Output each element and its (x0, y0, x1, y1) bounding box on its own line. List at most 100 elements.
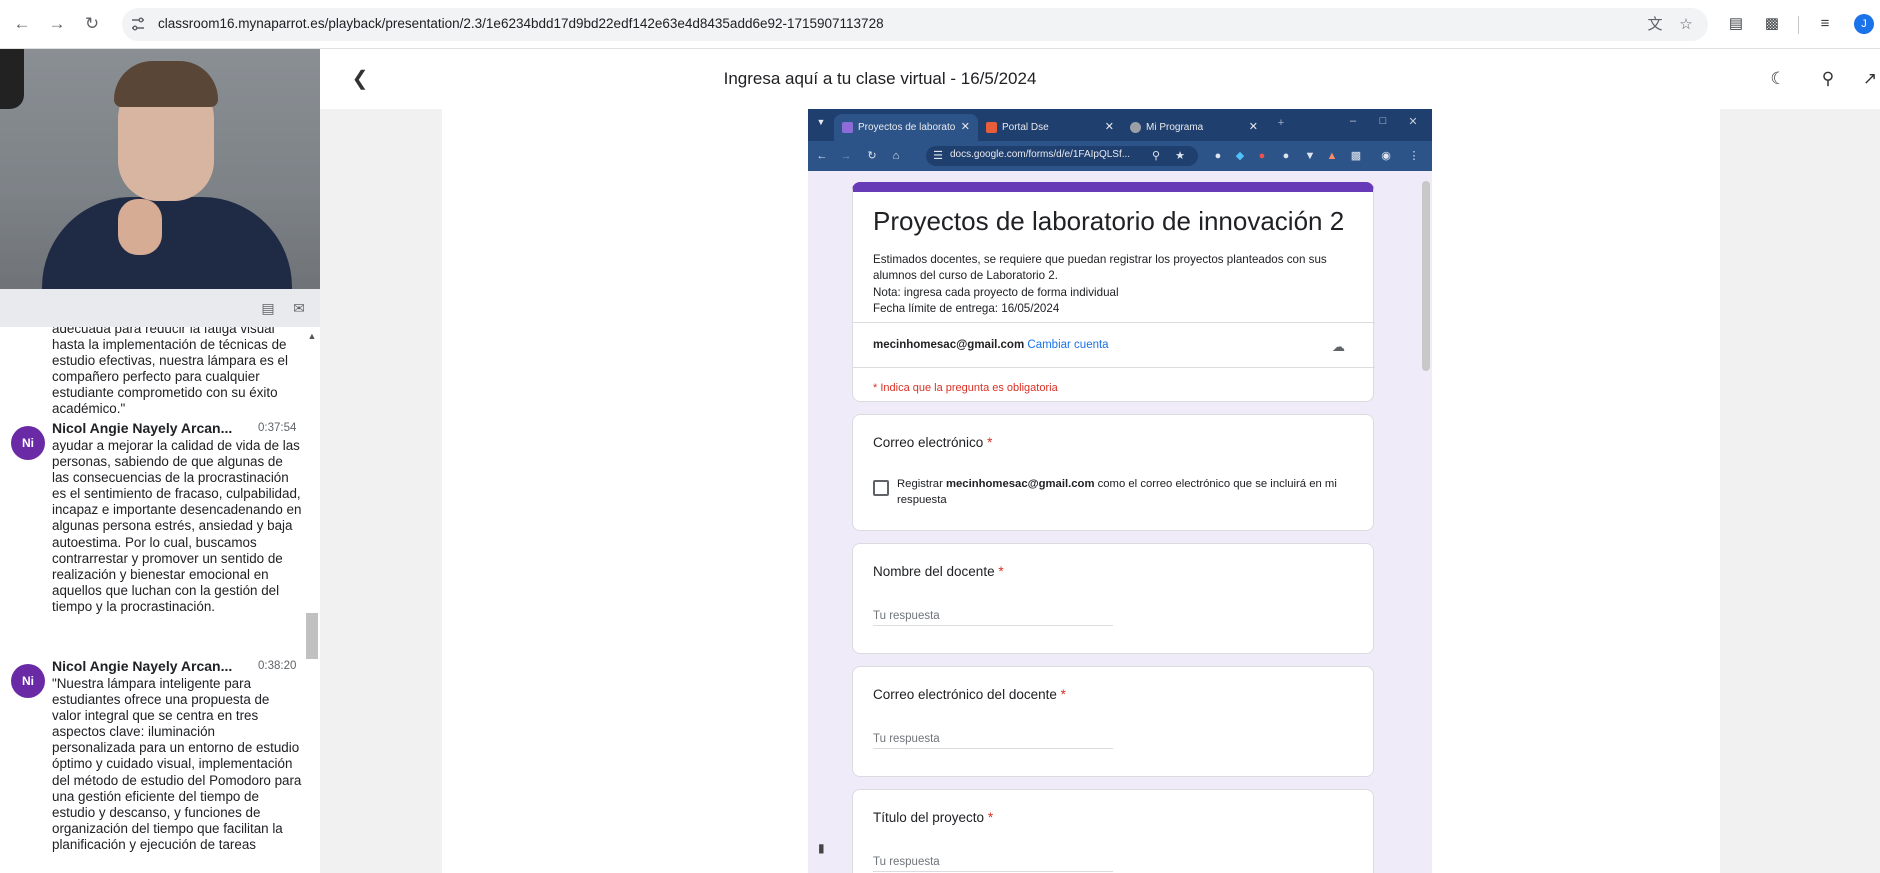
extension-icon[interactable]: ● (1210, 148, 1226, 164)
question-text: Correo electrónico del docente (873, 687, 1057, 702)
tab-search-icon[interactable]: ▼ (814, 117, 828, 131)
inner-address-bar[interactable]: ☰ docs.google.com/forms/d/e/1FAIpQLSf...… (926, 146, 1198, 166)
chat-timestamp: 0:38:20 (258, 660, 297, 672)
dark-mode-moon-icon[interactable]: ☾ (1766, 67, 1790, 91)
extension-icon[interactable]: ◆ (1232, 148, 1248, 164)
tab-label: Mi Programa (1146, 122, 1204, 133)
microphone-icon[interactable]: ● (1278, 148, 1294, 164)
answer-input[interactable]: Tu respuesta (873, 856, 1113, 872)
required-star: * (987, 810, 994, 825)
description-line: Estimados docentes, se requiere que pued… (873, 253, 1327, 283)
question-label: Nombre del docente * (873, 564, 1004, 579)
url-text[interactable]: classroom16.mynaparrot.es/playback/prese… (158, 16, 884, 31)
record-email-checkbox[interactable] (873, 480, 889, 496)
zoom-icon[interactable]: ⚲ (1148, 148, 1164, 164)
checkbox-label[interactable]: Registrar mecinhomesac@gmail.com como el… (897, 476, 1357, 508)
left-panel: ▤ ✉ adecuada para reducir la fatiga visu… (0, 49, 320, 873)
fullscreen-icon[interactable]: ↗ (1861, 67, 1879, 91)
required-star: * (998, 564, 1004, 579)
chat-scrollbar[interactable] (306, 327, 318, 873)
forward-arrow-icon[interactable]: → (838, 148, 854, 164)
form-header-card: Proyectos de laboratorio de innovación 2… (852, 182, 1375, 402)
inner-tab-forms[interactable]: Proyectos de laborato ✕ (834, 114, 978, 141)
menu-dots-icon[interactable]: ⋮ (1406, 148, 1422, 164)
chat-message-fragment: adecuada para reducir la fatiga visual h… (52, 327, 288, 417)
question-label: Título del proyecto * (873, 810, 993, 825)
microphone-shape (0, 49, 24, 109)
account-email: mecinhomesac@gmail.com (873, 339, 1025, 351)
close-tab-icon[interactable]: ✕ (1105, 114, 1114, 141)
profile-icon[interactable]: ◉ (1378, 148, 1394, 164)
close-tab-icon[interactable]: ✕ (961, 114, 970, 141)
question-text: Título del proyecto (873, 810, 985, 825)
scroll-up-arrow-icon[interactable]: ▲ (306, 331, 318, 343)
viewer-header: ❮ Ingresa aquí a tu clase virtual - 16/5… (320, 49, 1880, 109)
home-icon[interactable]: ⌂ (888, 148, 904, 164)
extensions-puzzle-icon[interactable]: ▩ (1762, 14, 1782, 34)
extension-icon[interactable]: ● (1254, 148, 1270, 164)
inner-tab-portal[interactable]: Portal Dse ✕ (978, 114, 1122, 141)
description-line: Nota: ingresa cada proyecto de forma ind… (873, 285, 1119, 299)
chat-icon[interactable]: ✉ (290, 299, 308, 317)
reload-icon[interactable]: ↻ (864, 148, 880, 164)
maximize-icon[interactable]: □ (1376, 115, 1390, 131)
back-arrow-icon[interactable]: ← (814, 148, 830, 164)
panel-toolbar: ▤ ✉ (0, 289, 320, 327)
answer-input[interactable]: Tu respuesta (873, 610, 1113, 626)
new-tab-icon[interactable]: + (1274, 117, 1288, 133)
question-card-correo-docente: Correo electrónico del docente * Tu resp… (852, 666, 1374, 777)
chat-scrollbar-thumb[interactable] (306, 613, 318, 659)
translate-icon[interactable]: 文 (1646, 16, 1664, 34)
required-star: * (1060, 687, 1066, 702)
divider (853, 367, 1375, 368)
answer-input[interactable]: Tu respuesta (873, 733, 1113, 749)
close-tab-icon[interactable]: ✕ (1249, 114, 1258, 141)
notes-icon[interactable]: ▤ (259, 299, 277, 317)
media-playlist-icon[interactable]: ≡ (1815, 14, 1835, 34)
forward-arrow-icon[interactable]: → (45, 12, 69, 36)
presentation-title: Ingresa aquí a tu clase virtual - 16/5/2… (723, 69, 1037, 88)
back-arrow-icon[interactable]: ← (10, 12, 34, 36)
address-bar[interactable]: classroom16.mynaparrot.es/playback/prese… (122, 8, 1708, 41)
feedback-icon[interactable]: ▮ (818, 841, 834, 857)
chat-message-text: "Nuestra lámpara inteligente para estudi… (52, 676, 302, 852)
extension-icon[interactable]: ▼ (1302, 148, 1318, 164)
chat-avatar: Ni (11, 426, 45, 460)
chat-avatar: Ni (11, 664, 45, 698)
search-icon[interactable]: ⚲ (1816, 67, 1840, 91)
globe-favicon-icon (1130, 122, 1141, 133)
shared-screen: ▼ Proyectos de laborato ✕ Portal Dse ✕ M… (808, 109, 1432, 873)
chat-message-text: ayudar a mejorar la calidad de vida de l… (52, 438, 302, 614)
bookmark-star-icon[interactable]: ★ (1172, 148, 1188, 164)
reload-icon[interactable]: ↻ (80, 12, 104, 36)
question-text: Nombre del docente (873, 564, 995, 579)
extensions-puzzle-icon[interactable]: ▩ (1348, 148, 1364, 164)
required-star: * (987, 435, 993, 450)
form-scrollbar[interactable] (1420, 171, 1432, 873)
site-info-icon[interactable] (130, 16, 146, 32)
close-window-icon[interactable]: ✕ (1406, 115, 1420, 131)
form-description: Estimados docentes, se requiere que pued… (873, 252, 1363, 318)
inner-tab-programa[interactable]: Mi Programa ✕ (1122, 114, 1266, 141)
question-card-email: Correo electrónico * Registrar mecinhome… (852, 414, 1374, 531)
extension-icon[interactable]: ▲ (1324, 148, 1340, 164)
minimize-icon[interactable]: – (1346, 115, 1360, 131)
profile-avatar[interactable]: J (1854, 14, 1874, 34)
chat-log: adecuada para reducir la fatiga visual h… (0, 327, 320, 873)
tab-label: Portal Dse (1002, 122, 1049, 133)
inner-tab-strip: ▼ Proyectos de laborato ✕ Portal Dse ✕ M… (808, 109, 1432, 141)
chevron-left-icon[interactable]: ❮ (348, 67, 372, 91)
question-label: Correo electrónico * (873, 435, 992, 450)
bookmark-star-icon[interactable]: ☆ (1677, 16, 1695, 34)
form-scrollbar-thumb[interactable] (1422, 181, 1430, 371)
chat-author: Nicol Angie Nayely Arcan... (52, 420, 233, 436)
checkbox-prefix: Registrar (897, 478, 946, 490)
switch-account-link[interactable]: Cambiar cuenta (1027, 339, 1108, 351)
inner-url-text[interactable]: docs.google.com/forms/d/e/1FAIpQLSf... (950, 149, 1130, 160)
question-text: Correo electrónico (873, 435, 984, 450)
chat-timestamp: 0:37:54 (258, 422, 297, 434)
site-info-icon[interactable]: ☰ (930, 148, 946, 164)
webcam-video (0, 49, 320, 289)
presenter-body-shape (42, 197, 292, 289)
extension-icon[interactable]: ▤ (1726, 14, 1746, 34)
